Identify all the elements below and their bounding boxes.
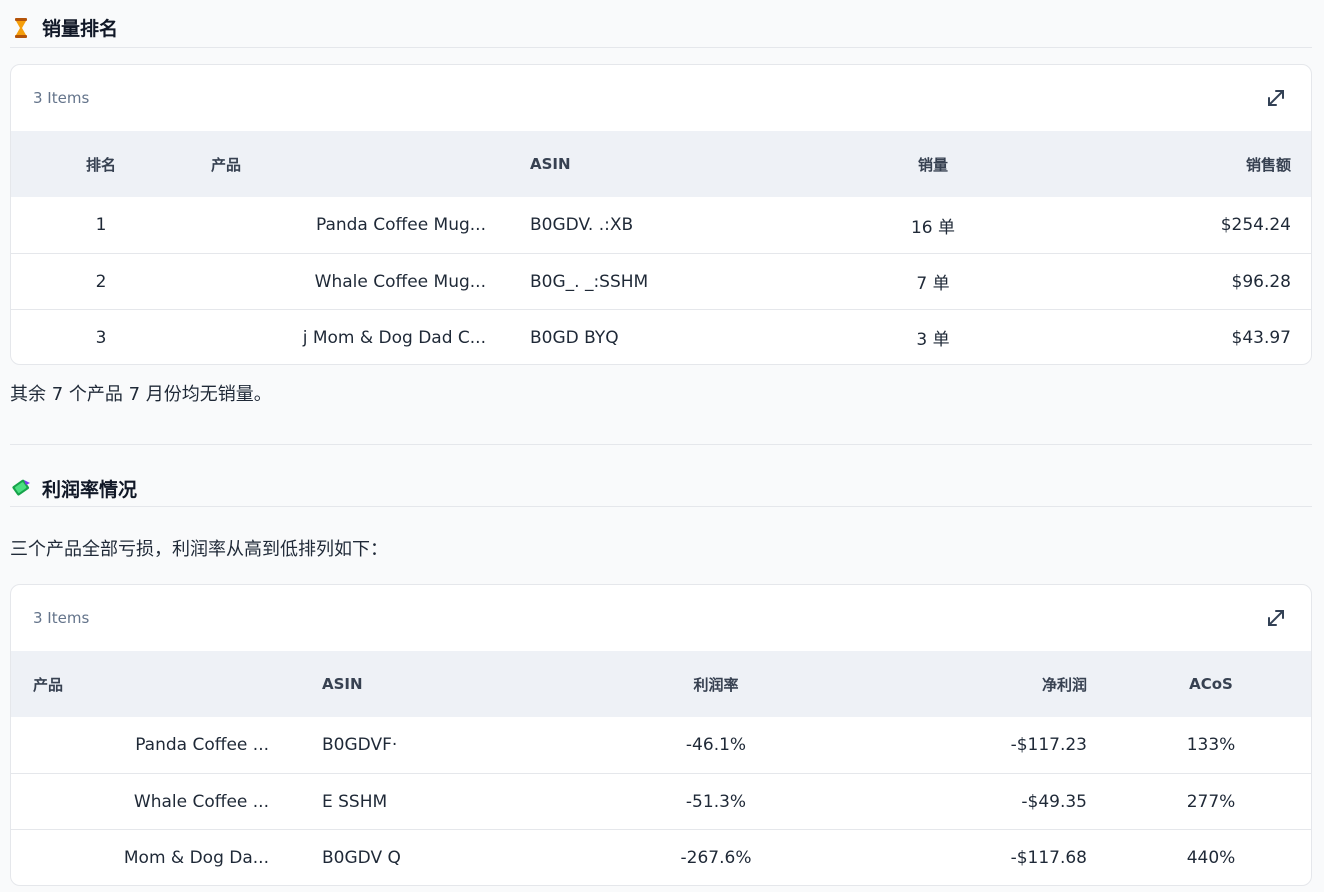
rank-cell: 1 bbox=[95, 215, 107, 235]
product-cell: Whale Coffee Mug... bbox=[314, 271, 486, 292]
col-rank-header[interactable]: 排名 bbox=[71, 131, 131, 197]
units-cell: 3 单 bbox=[916, 330, 950, 350]
table-row[interactable]: 2 Whale Coffee Mug... B0G_. _:SSHM 7 单 $… bbox=[11, 253, 1311, 309]
item-count: 3 Items bbox=[33, 609, 90, 627]
asin-cell: E SSHM bbox=[322, 791, 388, 812]
col-asin-header[interactable]: ASIN bbox=[530, 131, 630, 197]
sales-ranking-heading: 销量排名 bbox=[10, 8, 1312, 48]
table-row[interactable]: 3 j Mom & Dog Dad C... B0GD BYQ 3 单 $43.… bbox=[11, 309, 1311, 364]
product-cell: Panda Coffee Mug... bbox=[315, 215, 486, 235]
revenue-cell: $96.28 bbox=[1231, 271, 1291, 292]
money-icon bbox=[10, 477, 32, 499]
net-profit-cell: -$117.68 bbox=[1010, 847, 1087, 868]
rank-cell: 2 bbox=[95, 271, 107, 292]
profit-margin-heading: 利润率情况 bbox=[10, 470, 1312, 507]
table-body: 1 Panda Coffee Mug... B0GDV. .:XB 16 单 $… bbox=[11, 197, 1311, 364]
asin-cell: B0GDV. .:XB bbox=[530, 215, 634, 235]
units-cell: 7 单 bbox=[916, 274, 950, 294]
table-header: 排名 产品 ASIN 销量 销售额 bbox=[11, 131, 1311, 197]
table-header: 产品 ASIN 利润率 净利润 ACoS bbox=[11, 651, 1311, 717]
expand-icon[interactable] bbox=[1263, 605, 1289, 631]
col-product-header[interactable]: 产品 bbox=[33, 651, 133, 717]
no-sales-note: 其余 7 个产品 7 月份均无销量。 bbox=[10, 384, 272, 405]
margin-cell: -46.1% bbox=[685, 735, 747, 755]
revenue-cell: $254.24 bbox=[1220, 215, 1291, 235]
table-row[interactable]: Panda Coffee ... B0GDVF· -46.1% -$117.23… bbox=[11, 717, 1311, 773]
table-toolbar: 3 Items bbox=[11, 65, 1311, 131]
section-divider bbox=[10, 444, 1312, 445]
col-asin-header[interactable]: ASIN bbox=[322, 651, 422, 717]
net-profit-cell: -$49.35 bbox=[1021, 791, 1087, 812]
margin-cell: -267.6% bbox=[680, 847, 752, 868]
expand-icon[interactable] bbox=[1263, 85, 1289, 111]
table-row[interactable]: 1 Panda Coffee Mug... B0GDV. .:XB 16 单 $… bbox=[11, 197, 1311, 253]
col-units-header[interactable]: 销量 bbox=[883, 131, 983, 197]
col-net-profit-header[interactable]: 净利润 bbox=[961, 651, 1087, 717]
col-product-header[interactable]: 产品 bbox=[211, 131, 311, 197]
table-toolbar: 3 Items bbox=[11, 585, 1311, 651]
profit-table-card: 3 Items 产品 ASIN 利润率 净利润 ACoS Panda Coffe… bbox=[10, 584, 1312, 886]
sales-table-card: 3 Items 排名 产品 ASIN 销量 销售额 1 Panda Coffee… bbox=[10, 64, 1312, 365]
rank-cell: 3 bbox=[95, 327, 107, 348]
product-cell: j Mom & Dog Dad C... bbox=[302, 327, 486, 348]
margin-cell: -51.3% bbox=[685, 791, 747, 812]
profit-intro: 三个产品全部亏损，利润率从高到低排列如下： bbox=[10, 539, 388, 560]
table-body: Panda Coffee ... B0GDVF· -46.1% -$117.23… bbox=[11, 717, 1311, 885]
units-cell: 16 单 bbox=[910, 217, 956, 238]
section-title: 利润率情况 bbox=[42, 478, 138, 501]
table-row[interactable]: Whale Coffee ... E SSHM -51.3% -$49.35 2… bbox=[11, 773, 1311, 829]
acos-cell: 133% bbox=[1186, 735, 1236, 755]
product-cell: Whale Coffee ... bbox=[133, 791, 269, 812]
net-profit-cell: -$117.23 bbox=[1010, 735, 1087, 755]
item-count: 3 Items bbox=[33, 89, 90, 107]
col-acos-header[interactable]: ACoS bbox=[1161, 651, 1261, 717]
acos-cell: 440% bbox=[1186, 847, 1236, 868]
trophy-icon bbox=[10, 17, 32, 39]
revenue-cell: $43.97 bbox=[1231, 327, 1291, 348]
section-title: 销量排名 bbox=[42, 18, 119, 40]
product-cell: Panda Coffee ... bbox=[135, 735, 269, 755]
table-row[interactable]: Mom & Dog Da... B0GDV Q -267.6% -$117.68… bbox=[11, 829, 1311, 885]
asin-cell: B0GDV Q bbox=[322, 847, 401, 868]
asin-cell: B0GD BYQ bbox=[530, 327, 619, 348]
acos-cell: 277% bbox=[1186, 791, 1236, 812]
col-margin-header[interactable]: 利润率 bbox=[666, 651, 766, 717]
col-revenue-header[interactable]: 销售额 bbox=[1161, 131, 1291, 197]
asin-cell: B0G_. _:SSHM bbox=[530, 271, 649, 292]
asin-cell: B0GDVF· bbox=[322, 735, 398, 755]
page: 销量排名 3 Items 排名 产品 ASIN 销量 销售额 1 Panda C… bbox=[0, 0, 1324, 892]
product-cell: Mom & Dog Da... bbox=[123, 847, 269, 868]
